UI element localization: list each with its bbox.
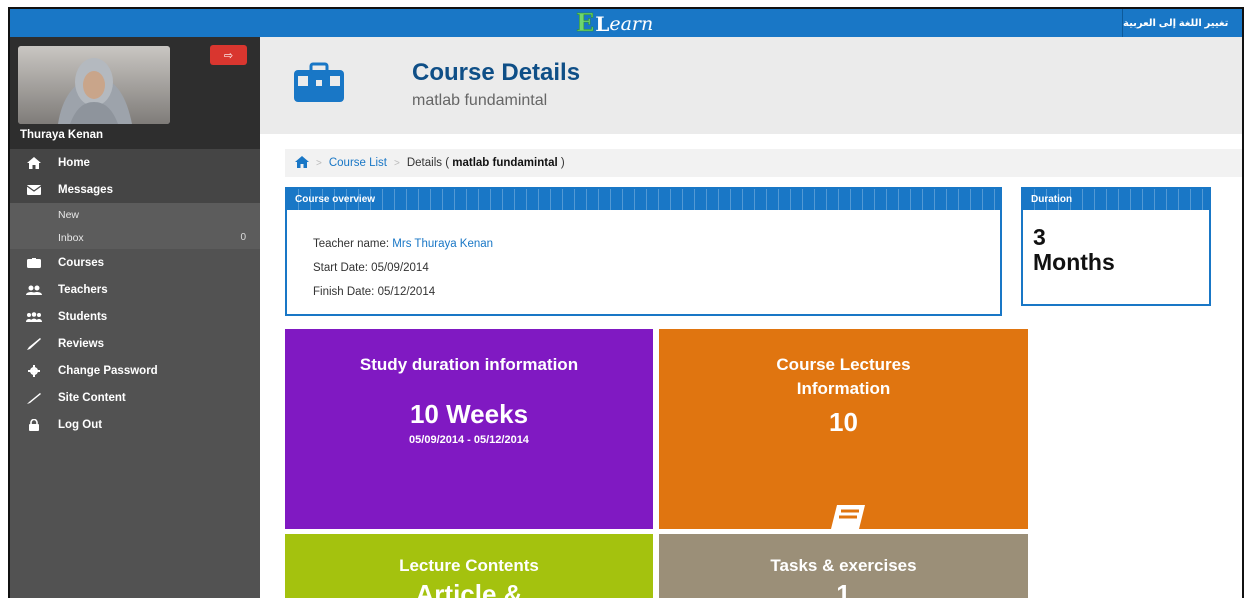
breadcrumb-current-prefix: Details ( [406, 157, 450, 169]
breadcrumb-separator: > [316, 157, 322, 169]
brand-letter-e: E [576, 8, 595, 37]
sidebar-item-label: Change Password [58, 364, 158, 377]
username: Thuraya Kenan [20, 129, 104, 141]
sidebar-item-label: Reviews [58, 337, 105, 350]
breadcrumb-separator: > [394, 157, 400, 169]
duration-value: 3 Months [1033, 225, 1115, 275]
sidebar-item-label: Courses [58, 256, 105, 269]
sidebar-subitem-label: Inbox [58, 231, 84, 244]
brand-logo[interactable]: E L earn [576, 8, 654, 37]
tile-value: 10 [829, 407, 858, 437]
pen-icon [26, 391, 42, 405]
teacher-label: Teacher name: [313, 238, 390, 250]
breadcrumb-current: Details ( matlab fundamintal ) [407, 157, 565, 169]
sidebar-item-reviews[interactable]: Reviews [10, 330, 260, 357]
sidebar-subitem-label: New [58, 208, 80, 221]
breadcrumb-current-suffix: ) [560, 157, 565, 169]
lock-icon [26, 418, 42, 432]
panel-heading: Duration [1023, 189, 1209, 210]
sidebar-menu: Home Messages New Inbox 0 Courses Teache… [10, 149, 260, 438]
tile-value: Article & [415, 579, 523, 598]
sidebar-item-messages[interactable]: Messages [10, 176, 260, 203]
page-title: Course Details [412, 59, 581, 86]
brand-letter-l: L [595, 12, 610, 36]
tile-value: 1 [836, 579, 851, 598]
tile-title: Study duration information [359, 355, 579, 374]
home-icon[interactable] [295, 155, 309, 171]
sidebar-item-label: Students [58, 310, 108, 323]
pencil-icon [26, 337, 42, 351]
page-header: Course Details matlab fundamintal [260, 37, 1242, 134]
home-icon [26, 156, 42, 170]
sidebar-item-courses[interactable]: Courses [10, 249, 260, 276]
tile-title: Tasks & exercises [770, 556, 917, 575]
book-icon [829, 501, 869, 534]
sidebar-item-label: Home [58, 156, 90, 169]
sidebar-item-change-password[interactable]: Change Password [10, 357, 260, 384]
language-switch-link[interactable]: تغيير اللغة إلى العربية [1122, 9, 1242, 37]
avatar-photo [18, 46, 170, 124]
panel-heading: Course overview [287, 189, 1000, 210]
page-subtitle: matlab fundamintal [412, 92, 548, 109]
sidebar-item-label: Messages [58, 183, 113, 196]
tasks-exercises-tile[interactable]: Tasks & exercises 1 [659, 534, 1028, 598]
tile-title: Lecture Contents [399, 556, 539, 575]
tile-date-range: 05/09/2014 - 05/12/2014 [409, 434, 529, 446]
group-icon [26, 310, 42, 324]
sidebar-item-home[interactable]: Home [10, 149, 260, 176]
sidebar-item-label: Site Content [58, 391, 126, 404]
duration-number: 3 [1033, 224, 1046, 250]
gear-icon [26, 364, 42, 378]
sidebar-subitem-inbox[interactable]: Inbox 0 [10, 226, 260, 249]
sidebar-item-teachers[interactable]: Teachers [10, 276, 260, 303]
sign-out-button[interactable]: ⇨ [210, 45, 247, 65]
finish-date-row: Finish Date: 05/12/2014 [313, 286, 435, 298]
breadcrumb-course-list[interactable]: Course List [329, 157, 387, 169]
duration-unit: Months [1033, 249, 1115, 275]
sign-out-icon: ⇨ [223, 49, 234, 62]
breadcrumb: > Course List > Details ( matlab fundami… [285, 149, 1242, 177]
profile-panel: ⇨ Thuraya Kenan [10, 37, 260, 149]
teacher-link[interactable]: Mrs Thuraya Kenan [392, 238, 493, 250]
breadcrumb-current-course: matlab fundamintal [452, 157, 558, 169]
duration-panel: Duration 3 Months [1021, 187, 1211, 306]
users-icon [26, 283, 42, 297]
tile-value: 10 Weeks [409, 399, 529, 429]
start-date-row: Start Date: 05/09/2014 [313, 262, 429, 274]
course-lectures-tile[interactable]: Course Lectures Information 10 [659, 329, 1028, 529]
start-date-value: 05/09/2014 [371, 262, 429, 274]
sidebar-item-label: Teachers [58, 283, 108, 296]
finish-date-label: Finish Date: [313, 286, 375, 298]
brand-text: earn [609, 13, 654, 35]
study-duration-tile[interactable]: Study duration information 10 Weeks 05/0… [285, 329, 653, 529]
sidebar-subitem-new[interactable]: New [10, 203, 260, 226]
tile-title-line2: Information [796, 379, 891, 398]
tile-title-line1: Course Lectures [776, 355, 911, 374]
finish-date-value: 05/12/2014 [377, 286, 436, 298]
sidebar: ⇨ Thuraya Kenan Home Messages New Inbox … [10, 37, 260, 598]
start-date-label: Start Date: [313, 262, 368, 274]
top-bar: E L earn تغيير اللغة إلى العربية [10, 9, 1242, 37]
briefcase-icon [26, 256, 42, 270]
inbox-count: 0 [240, 232, 246, 243]
envelope-icon [26, 183, 42, 197]
messages-submenu: New Inbox 0 [10, 203, 260, 249]
sidebar-item-students[interactable]: Students [10, 303, 260, 330]
teacher-row: Teacher name: Mrs Thuraya Kenan [313, 238, 493, 250]
sidebar-item-site-content[interactable]: Site Content [10, 384, 260, 411]
app-frame: E L earn تغيير اللغة إلى العربية ⇨ Thura… [8, 7, 1244, 598]
course-overview-panel: Course overview Teacher name: Mrs Thuray… [285, 187, 1002, 316]
sidebar-item-label: Log Out [58, 418, 103, 431]
briefcase-icon [294, 62, 344, 102]
sidebar-item-logout[interactable]: Log Out [10, 411, 260, 438]
avatar [18, 46, 170, 124]
lecture-contents-tile[interactable]: Lecture Contents Article & [285, 534, 653, 598]
